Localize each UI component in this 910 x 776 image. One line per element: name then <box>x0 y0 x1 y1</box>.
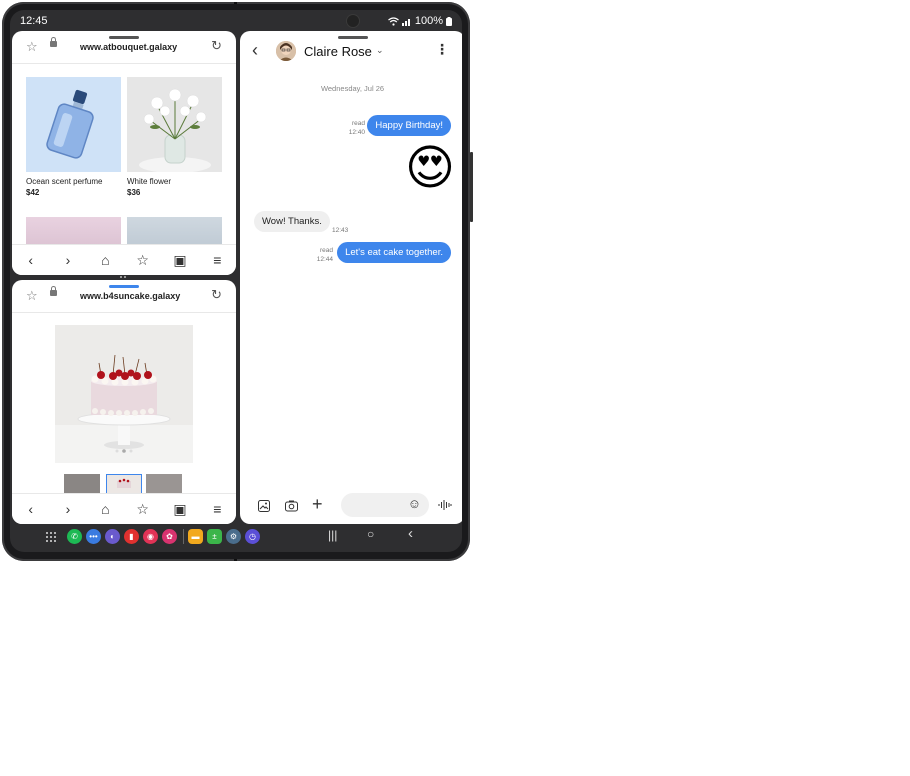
url-bar[interactable]: ☆ www.atbouquet.galaxy ↻ <box>12 31 236 64</box>
status-bar: 12:45 100% <box>10 10 462 30</box>
message-time: 12:43 <box>332 227 349 234</box>
browser-pane-top: ☆ www.atbouquet.galaxy ↻ Ocean scent per… <box>12 31 236 275</box>
product-card[interactable]: White flower $36 <box>127 77 222 197</box>
emoji-picker-icon[interactable]: ☺ <box>408 497 421 511</box>
taskbar: ✆ ••• ◐ ▮ ◉ ✿ ▬ ± ⚙ ◷ ||| ○ ‹ <box>10 522 462 552</box>
camera-icon[interactable] <box>285 500 298 512</box>
product-image-partial[interactable] <box>26 217 121 247</box>
browser-bottom-nav: ‹ › ⌂ ☆ ▣ ≡ <box>12 493 236 524</box>
product-price: $36 <box>127 188 141 197</box>
message-bubble-incoming[interactable]: Wow! Thanks. <box>254 211 330 232</box>
url-bar[interactable]: ☆ www.b4suncake.galaxy ↻ <box>12 280 236 313</box>
reload-icon[interactable]: ↻ <box>211 38 222 54</box>
message-bubble-outgoing[interactable]: Happy Birthday! <box>367 115 451 136</box>
tabs-icon[interactable]: ▣ <box>168 252 192 269</box>
home-icon[interactable]: ⌂ <box>93 252 117 268</box>
signal-icon <box>401 18 410 26</box>
cake-image[interactable] <box>55 325 193 463</box>
tabs-icon[interactable]: ▣ <box>168 501 192 518</box>
lock-icon <box>50 37 57 47</box>
wifi-icon <box>387 16 399 26</box>
bookmarks-icon[interactable]: ☆ <box>131 501 155 518</box>
message-meta: read 12:40 <box>349 119 365 137</box>
contact-name[interactable]: Claire Rose <box>304 44 372 59</box>
product-card[interactable]: Ocean scent perfume $42 <box>26 77 121 197</box>
screen: 12:45 100% ☆ www.atbouquet.galaxy ↻ Ocea… <box>10 10 462 552</box>
chat-header: ‹ Claire Rose ⌄ ⋮ <box>240 31 462 71</box>
forward-icon[interactable]: › <box>56 501 80 517</box>
battery-icon <box>446 16 452 26</box>
clock-app-icon[interactable]: ◷ <box>245 529 260 544</box>
flipboard-app-icon[interactable]: ▮ <box>124 529 139 544</box>
phone-app-icon[interactable]: ✆ <box>67 529 82 544</box>
gallery-icon[interactable] <box>258 500 270 512</box>
app-drawer-icon[interactable] <box>45 530 57 548</box>
message-input[interactable]: ☺ <box>341 493 429 517</box>
product-image-partial[interactable] <box>127 217 222 247</box>
back-arrow-icon[interactable]: ‹ <box>252 41 258 59</box>
emoji-message[interactable]: 😍 <box>405 141 455 197</box>
split-divider-handle[interactable] <box>120 276 122 278</box>
message-time: 12:40 <box>348 129 365 136</box>
battery-percent: 100% <box>414 15 443 27</box>
add-attachment-icon[interactable]: + <box>312 495 323 513</box>
thumbnail[interactable] <box>64 474 100 494</box>
gallery-app-icon[interactable]: ✿ <box>162 529 177 544</box>
menu-icon[interactable]: ≡ <box>205 252 229 268</box>
bookmark-star-icon[interactable]: ☆ <box>26 39 38 55</box>
message-meta: read 12:44 <box>317 246 333 264</box>
status-time: 12:45 <box>20 15 48 27</box>
back-icon[interactable]: ‹ <box>19 501 43 517</box>
bookmarks-icon[interactable]: ☆ <box>131 252 155 269</box>
message-bubble-outgoing[interactable]: Let's eat cake together. <box>337 242 451 263</box>
product-price: $42 <box>26 188 40 197</box>
read-status: read <box>319 247 333 254</box>
product-name[interactable]: Ocean scent perfume <box>26 177 121 186</box>
browser-bottom-nav: ‹ › ⌂ ☆ ▣ ≡ <box>12 244 236 275</box>
date-separator: Wednesday, Jul 26 <box>320 84 385 93</box>
messages-pane: ‹ Claire Rose ⌄ ⋮ Wednesday, Jul 26 read… <box>240 31 462 524</box>
reload-icon[interactable]: ↻ <box>211 287 222 303</box>
url-text[interactable]: www.atbouquet.galaxy <box>80 42 177 52</box>
contact-avatar[interactable] <box>276 41 296 61</box>
volume-button <box>470 152 473 222</box>
hinge-bottom <box>234 559 237 561</box>
settings-app-icon[interactable]: ⚙ <box>226 529 241 544</box>
browser-pane-bottom: ☆ www.b4suncake.galaxy ↻ ‹ › ⌂ ☆ ▣ ≡ <box>12 280 236 524</box>
calculator-app-icon[interactable]: ± <box>207 529 222 544</box>
chevron-down-icon[interactable]: ⌄ <box>376 45 384 56</box>
camera-app-icon[interactable]: ◉ <box>143 529 158 544</box>
more-options-icon[interactable]: ⋮ <box>435 42 449 56</box>
taskbar-divider <box>183 529 184 544</box>
thumbnail-selected[interactable] <box>106 474 142 494</box>
home-button[interactable]: ○ <box>367 527 374 541</box>
hinge-top <box>234 2 237 4</box>
bookmark-star-icon[interactable]: ☆ <box>26 288 38 304</box>
home-icon[interactable]: ⌂ <box>93 501 117 517</box>
forward-icon[interactable]: › <box>56 252 80 268</box>
read-status: read <box>351 120 365 127</box>
voice-record-icon[interactable] <box>438 498 452 512</box>
front-camera <box>347 15 359 27</box>
product-name[interactable]: White flower <box>127 177 222 186</box>
thumbnail[interactable] <box>146 474 182 494</box>
lock-icon <box>50 286 57 296</box>
menu-icon[interactable]: ≡ <box>205 501 229 517</box>
messages-app-icon[interactable]: ••• <box>86 529 101 544</box>
back-icon[interactable]: ‹ <box>19 252 43 268</box>
my-files-app-icon[interactable]: ▬ <box>188 529 203 544</box>
message-time: 12:44 <box>316 256 333 263</box>
internet-app-icon[interactable]: ◐ <box>105 529 120 544</box>
recents-button[interactable]: ||| <box>328 528 337 542</box>
url-text[interactable]: www.b4suncake.galaxy <box>80 291 180 301</box>
phone-device: 12:45 100% ☆ www.atbouquet.galaxy ↻ Ocea… <box>2 2 473 561</box>
back-button[interactable]: ‹ <box>408 525 413 542</box>
flower-image[interactable] <box>127 77 222 173</box>
perfume-image[interactable] <box>26 77 121 172</box>
